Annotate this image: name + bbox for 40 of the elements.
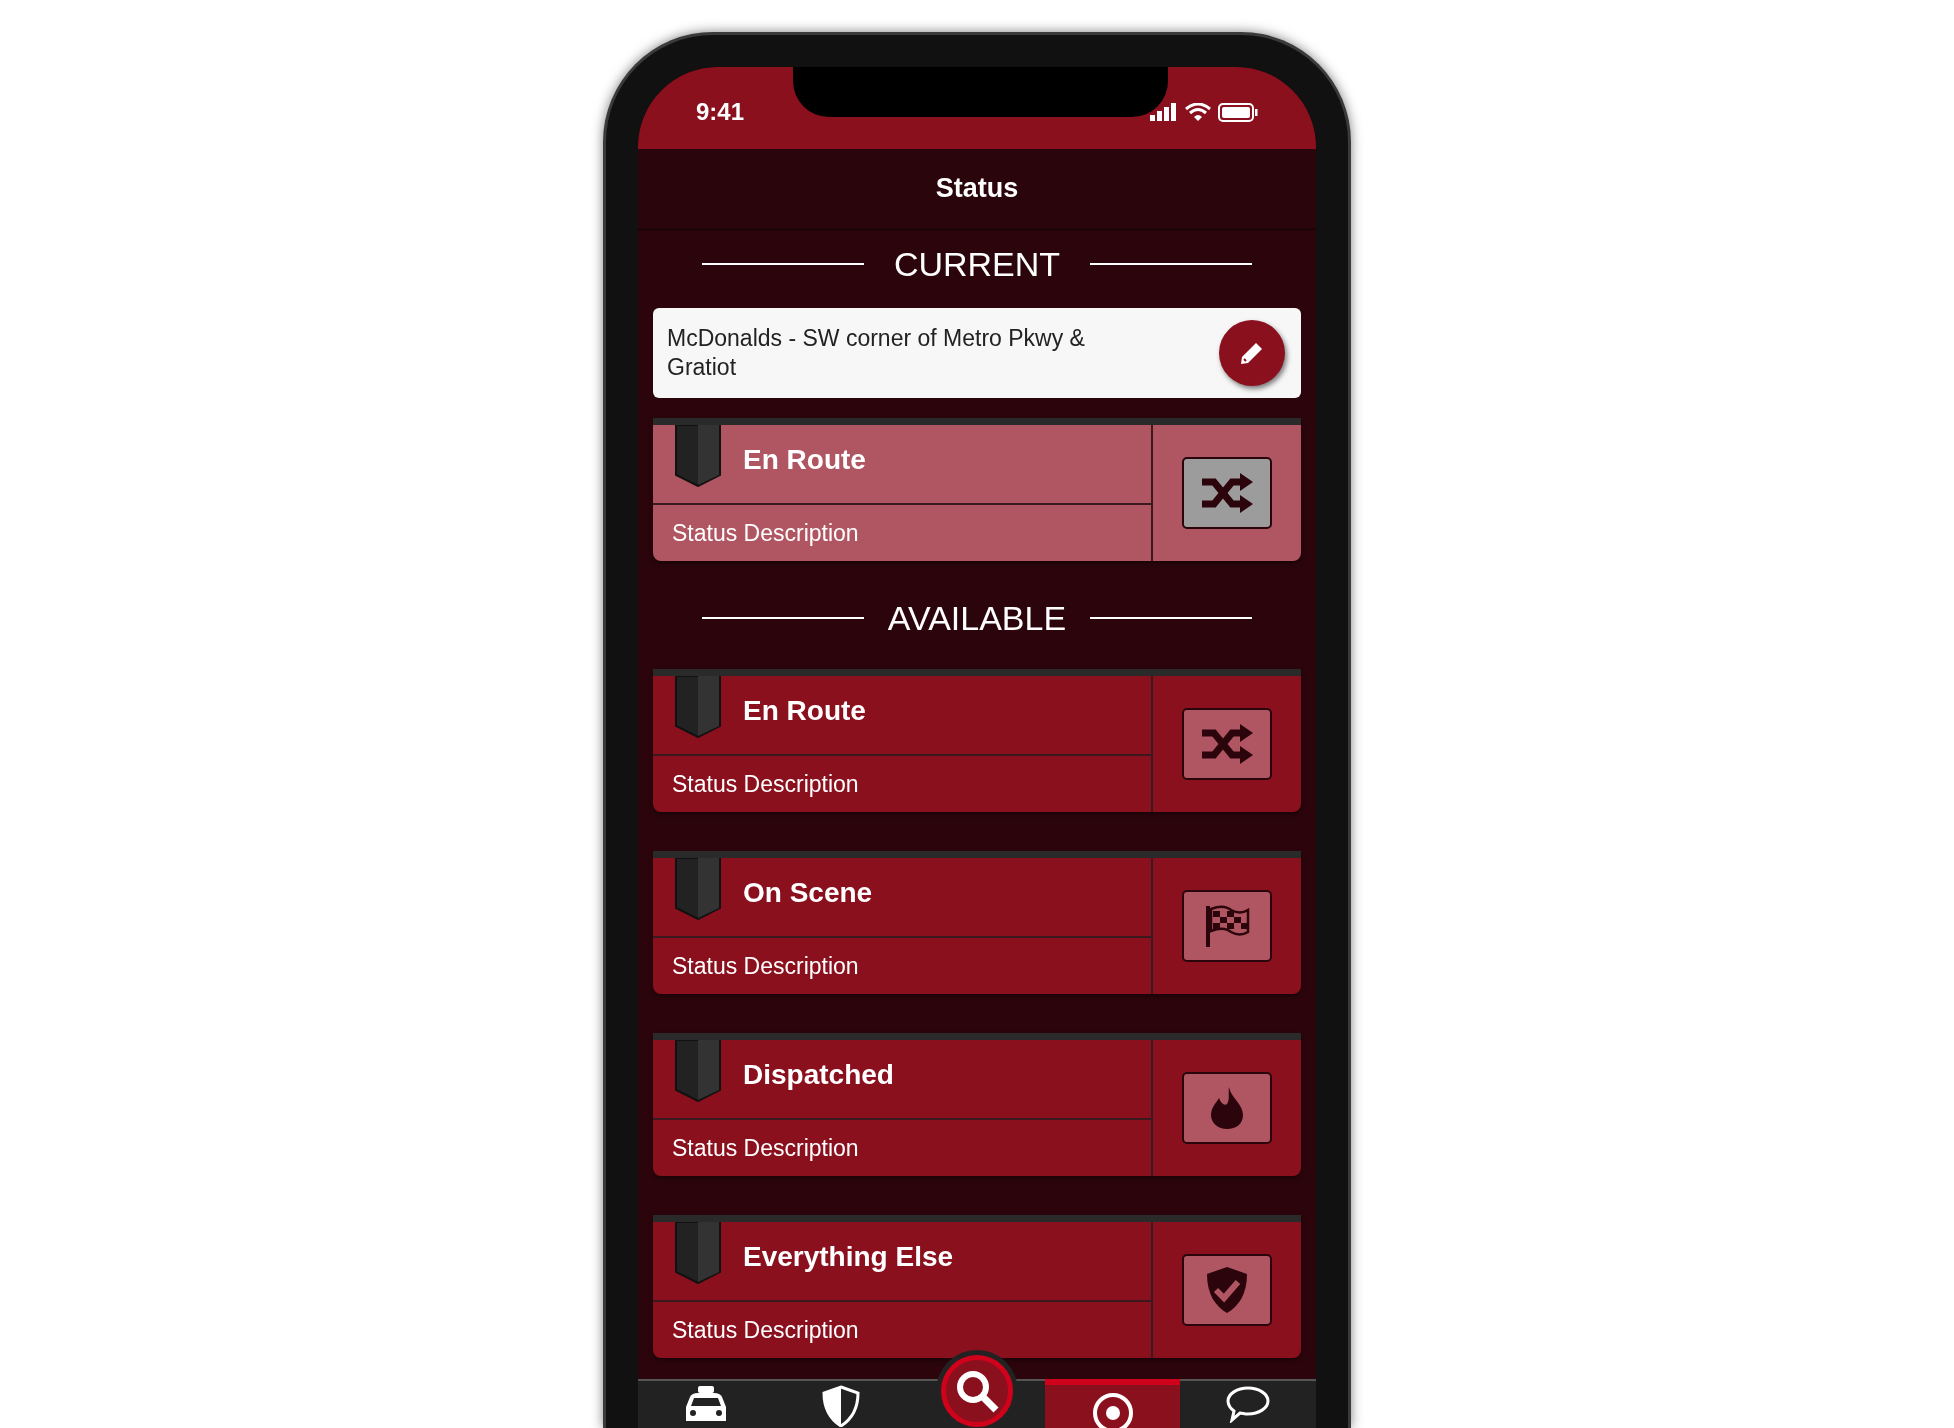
shuffle-icon <box>1200 723 1254 765</box>
section-heading: CURRENT <box>893 243 1061 285</box>
edit-button[interactable] <box>1219 320 1285 386</box>
status-card[interactable]: En Route Status Description <box>653 669 1301 812</box>
status-title: On Scene <box>743 876 873 910</box>
status-title: Dispatched <box>743 1058 894 1092</box>
bookmark-icon <box>675 676 721 738</box>
status-description: Status Description <box>672 518 859 548</box>
bookmark-icon <box>675 1222 721 1284</box>
battery-icon <box>1218 102 1258 122</box>
shield-check-icon <box>1205 1266 1249 1314</box>
tab-button[interactable] <box>1044 1379 1181 1428</box>
status-description: Status Description <box>672 951 859 981</box>
status-title: Everything Else <box>743 1240 954 1274</box>
clock-time: 9:41 <box>696 97 745 127</box>
status-title: En Route <box>743 694 866 728</box>
search-icon <box>955 1369 999 1413</box>
status-description: Status Description <box>672 1133 859 1163</box>
shield-icon <box>822 1385 861 1427</box>
pencil-icon <box>1239 340 1265 366</box>
flame-icon <box>1209 1086 1245 1130</box>
speech-bubble-icon <box>1226 1385 1271 1423</box>
checkered-flag-icon <box>1204 904 1250 948</box>
location-text: McDonalds - SW corner of Metro Pkwy & Gratiot <box>667 324 1086 382</box>
status-card[interactable]: Everything Else Status Description <box>653 1215 1301 1358</box>
bookmark-icon <box>675 1040 721 1102</box>
status-card[interactable]: On Scene Status Description <box>653 851 1301 994</box>
status-card[interactable]: En Route Status Description <box>653 418 1301 561</box>
signal-icon <box>1150 103 1178 121</box>
bookmark-icon <box>675 858 721 920</box>
shuffle-icon <box>1200 472 1254 514</box>
section-heading: AVAILABLE <box>887 597 1067 639</box>
status-card[interactable]: Dispatched Status Description <box>653 1033 1301 1176</box>
status-description: Status Description <box>672 769 859 799</box>
screen-title: Status <box>935 172 1019 206</box>
wifi-icon <box>1185 102 1211 122</box>
target-icon <box>1090 1391 1135 1428</box>
status-title: En Route <box>743 443 866 477</box>
bookmark-icon <box>675 425 721 487</box>
status-description: Status Description <box>672 1315 859 1345</box>
